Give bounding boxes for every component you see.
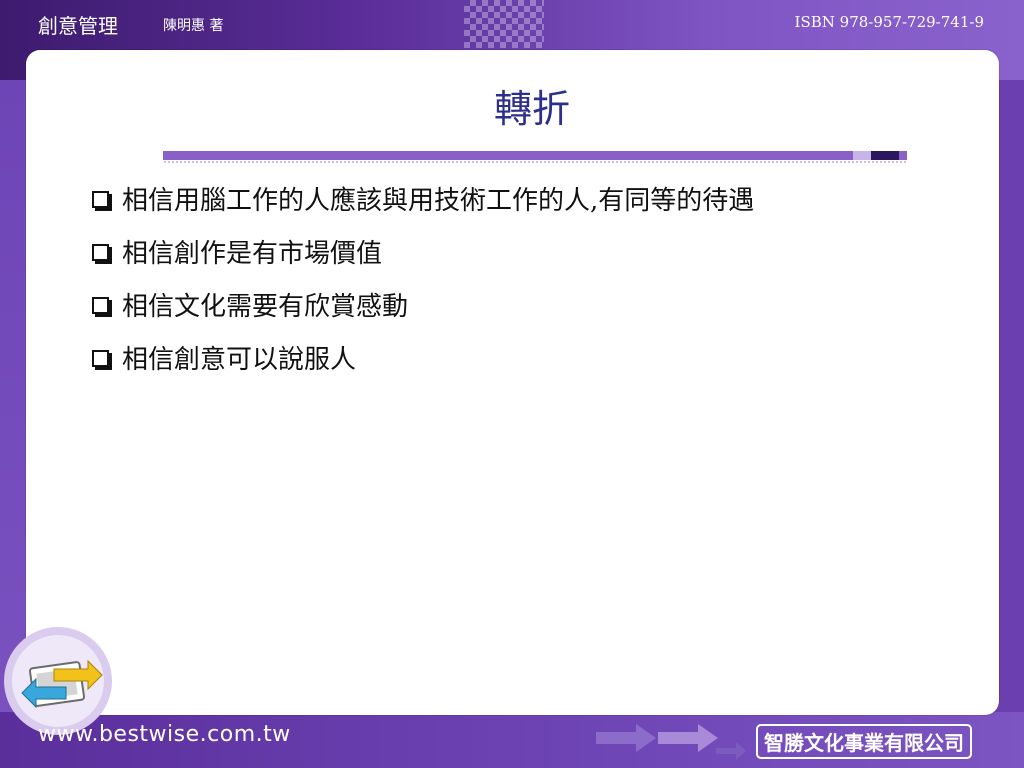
back-forward-arrows-icon[interactable]	[2, 625, 114, 737]
checkbox-bullet-icon	[92, 244, 109, 261]
bullet-text: 相信創意可以說服人	[122, 345, 357, 375]
title-underline-bar	[163, 151, 907, 160]
book-title: 創意管理	[38, 14, 118, 38]
list-item: 相信創作是有市場價值	[92, 225, 754, 278]
checkbox-bullet-icon	[92, 297, 109, 314]
list-item: 相信文化需要有欣賞感動	[92, 278, 754, 331]
bullet-text: 相信創作是有市場價值	[122, 239, 383, 269]
bullet-text: 相信用腦工作的人應該與用技術工作的人,有同等的待遇	[122, 186, 755, 216]
checkbox-bullet-icon	[92, 350, 109, 367]
publisher-logo: 智勝文化事業有限公司	[756, 724, 972, 759]
list-item: 相信創意可以說服人	[92, 331, 754, 384]
checkbox-bullet-icon	[92, 191, 109, 208]
isbn-text: ISBN 978-957-729-741-9	[794, 13, 984, 31]
arrow-right-icon	[596, 718, 746, 762]
slide-title: 轉折	[493, 87, 570, 131]
bullet-list: 相信用腦工作的人應該與用技術工作的人,有同等的待遇 相信創作是有市場價值 相信文…	[92, 172, 754, 384]
checker-decoration	[464, 0, 544, 48]
author-name: 陳明惠 著	[163, 18, 224, 34]
website-url[interactable]: www.bestwise.com.tw	[38, 722, 291, 747]
list-item: 相信用腦工作的人應該與用技術工作的人,有同等的待遇	[92, 172, 754, 225]
dotted-divider	[163, 161, 907, 163]
bullet-text: 相信文化需要有欣賞感動	[122, 292, 409, 322]
